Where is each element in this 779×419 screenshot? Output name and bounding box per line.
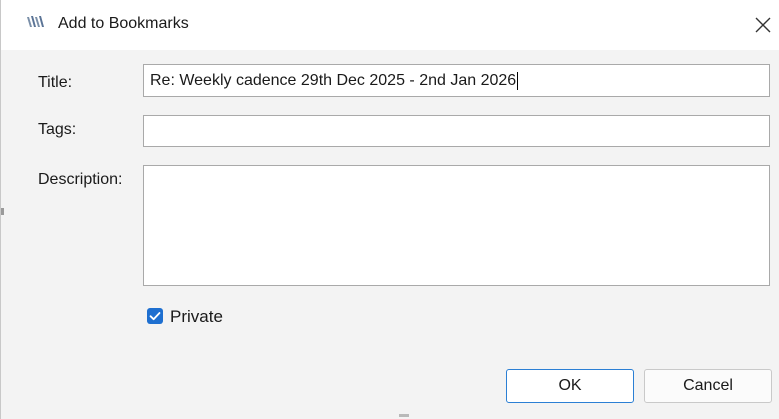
resize-edge-marker	[1, 208, 4, 215]
tags-field[interactable]	[143, 115, 770, 147]
cancel-button[interactable]: Cancel	[644, 369, 772, 403]
dialog-body: Title: Re: Weekly cadence 29th Dec 2025 …	[1, 50, 779, 419]
resize-grip-marker	[399, 414, 409, 417]
private-label[interactable]: Private	[170, 307, 223, 327]
close-button[interactable]	[751, 13, 775, 37]
checkmark-icon	[149, 312, 161, 321]
tags-label: Tags:	[38, 121, 77, 138]
private-checkbox[interactable]	[147, 308, 163, 324]
text-cursor	[517, 71, 519, 90]
window-title: Add to Bookmarks	[58, 15, 189, 32]
title-bar: Add to Bookmarks	[1, 0, 779, 50]
description-label: Description:	[38, 171, 123, 188]
add-to-bookmarks-dialog: Add to Bookmarks Title: Re: Weekly caden…	[0, 0, 779, 419]
app-logo-icon	[26, 14, 46, 30]
description-field[interactable]	[143, 165, 770, 286]
title-field-value: Re: Weekly cadence 29th Dec 2025 - 2nd J…	[150, 71, 517, 89]
ok-button[interactable]: OK	[506, 369, 634, 403]
title-label: Title:	[38, 74, 73, 91]
close-icon	[755, 17, 771, 33]
title-field[interactable]: Re: Weekly cadence 29th Dec 2025 - 2nd J…	[143, 64, 770, 97]
